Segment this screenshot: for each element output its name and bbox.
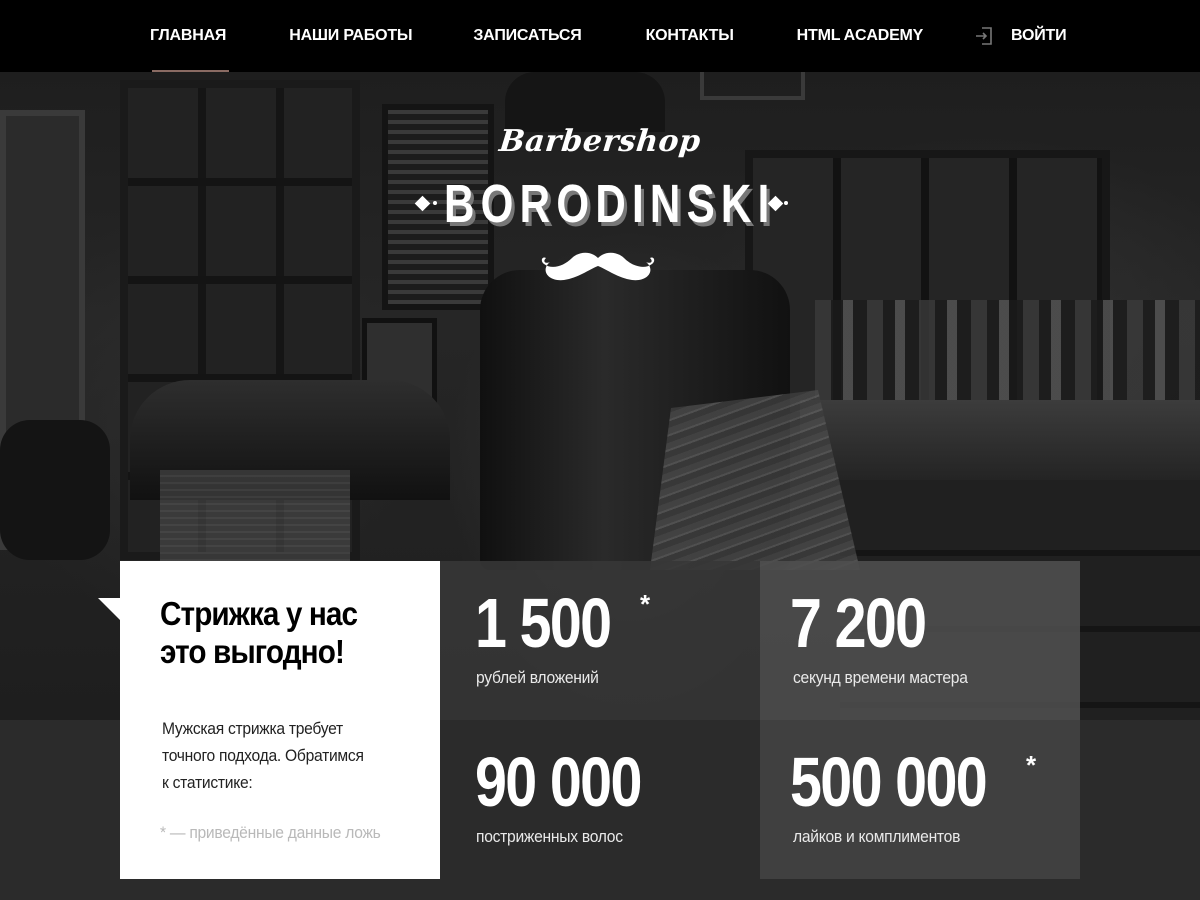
background-chair-far [0,420,110,560]
background-frame-top [700,70,805,100]
nav-item-home[interactable]: Главная [150,0,230,72]
stat-card: 7 200 секунд времени мастера [760,561,1080,720]
promo-text-line-1: Мужская стрижка требует [162,719,343,738]
stat-label: постриженных волос [476,827,623,846]
stat-footnote-mark: * [640,589,651,619]
stat-label: рублей вложений [476,668,599,687]
logo-diamond-left [414,195,431,212]
mustache-icon [541,252,655,281]
stat-value: 1 500 [475,584,612,662]
promo-text-line-3: к статистике: [162,773,253,792]
stat-value: 500 000 [790,743,988,821]
logo-name: BORODINSKI [444,174,776,234]
background-towel-left [160,470,350,570]
nav-item-works[interactable]: Наши работы [289,0,412,72]
stat-card: 500 000 * лайков и комплиментов [760,720,1080,879]
background-counter [800,400,1200,480]
stat-card: 1 500 * рублей вложений [440,561,760,720]
stat-label: секунд времени мастера [793,668,968,687]
logo-dot-left [433,201,437,205]
stat-value: 7 200 [790,584,927,662]
logo-dot-right [784,201,788,205]
nav-item-html-academy[interactable]: HTML Academy [797,0,924,72]
stat-value: 90 000 [475,743,642,821]
background-bottles [815,300,1200,410]
stat-footnote-mark: * [1026,750,1037,780]
promo-card: Стрижка у нас это выгодно! Мужская стриж… [120,561,440,879]
promo-title: Стрижка у нас это выгодно! [160,595,394,671]
barbershop-logo: Barbershop BORODINSKI [400,120,800,290]
promo-footnote: * — приведённые данные ложь [160,823,381,842]
login-button[interactable]: Войти [975,0,1067,72]
stat-card: 90 000 постриженных волос [440,720,760,879]
login-icon [976,27,992,45]
nav-item-contacts[interactable]: Контакты [646,0,734,72]
promo-description: Мужская стрижка требует точного подхода.… [162,715,383,796]
stat-label: лайков и комплиментов [793,827,961,846]
login-label: Войти [1011,27,1067,44]
promo-title-line-2: это выгодно! [160,633,345,670]
nav-item-booking[interactable]: Записаться [473,0,581,72]
top-navigation: Главная Наши работы Записаться Контакты … [0,0,1200,72]
main-menu: Главная Наши работы Записаться Контакты … [150,0,923,72]
promo-text-line-2: точного подхода. Обратимся [162,746,364,765]
logo-script-text: Barbershop [497,124,703,159]
promo-card-tail [98,598,120,620]
promo-title-line-1: Стрижка у нас [160,595,358,632]
